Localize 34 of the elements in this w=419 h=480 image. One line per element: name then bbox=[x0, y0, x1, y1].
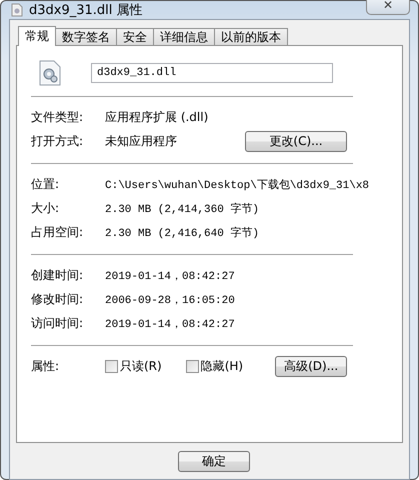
checkbox-label: 隐藏(H) bbox=[200, 358, 244, 374]
field-value: 2019-01-14，08:42:27 bbox=[105, 270, 236, 282]
field-value: 应用程序扩展 (.dll) bbox=[105, 108, 210, 126]
advanced-button[interactable]: 高级(D)... bbox=[275, 356, 348, 376]
tab[interactable]: 详细信息 bbox=[153, 28, 215, 46]
field-label: 属性: bbox=[31, 358, 60, 374]
file-name-field[interactable]: d3dx9_31.dll bbox=[91, 63, 333, 83]
checkbox[interactable] bbox=[186, 360, 199, 372]
field-label: 打开方式: bbox=[31, 132, 84, 150]
tab[interactable]: 数字签名 bbox=[55, 28, 117, 46]
field-label: 位置: bbox=[31, 176, 60, 192]
tab[interactable]: 常规 bbox=[18, 26, 56, 46]
field-label: 大小: bbox=[31, 200, 60, 216]
field-label: 文件类型: bbox=[31, 108, 84, 126]
field-label: 修改时间: bbox=[31, 290, 84, 308]
tab[interactable]: 以前的版本 bbox=[214, 28, 288, 46]
checkbox[interactable] bbox=[105, 360, 118, 372]
close-button[interactable]: ✕ bbox=[366, 0, 410, 15]
field-value: C:\Users\wuhan\Desktop\下载包\d3dx9_31\x8 bbox=[105, 178, 370, 192]
field-label: 占用空间: bbox=[31, 224, 84, 240]
field-value: 2006-09-28，16:05:20 bbox=[105, 294, 236, 306]
window-title: d3dx9_31.dll 属性 bbox=[29, 2, 144, 19]
field-value: 2019-01-14，08:42:27 bbox=[105, 318, 236, 330]
field-label: 创建时间: bbox=[31, 266, 84, 284]
field-label: 访问时间: bbox=[31, 314, 84, 332]
field-value: 未知应用程序 bbox=[105, 132, 178, 150]
field-value: 2.30 MB (2,416,640 字节) bbox=[105, 226, 260, 240]
field-value: 2.30 MB (2,414,360 字节) bbox=[105, 202, 260, 216]
settings-file-icon bbox=[39, 60, 61, 86]
ok-button[interactable]: 确定 bbox=[178, 450, 250, 472]
tab[interactable]: 安全 bbox=[116, 28, 154, 46]
change-button[interactable]: 更改(C)... bbox=[245, 130, 347, 152]
file-icon bbox=[11, 3, 23, 17]
checkbox-label: 只读(R) bbox=[120, 358, 162, 374]
